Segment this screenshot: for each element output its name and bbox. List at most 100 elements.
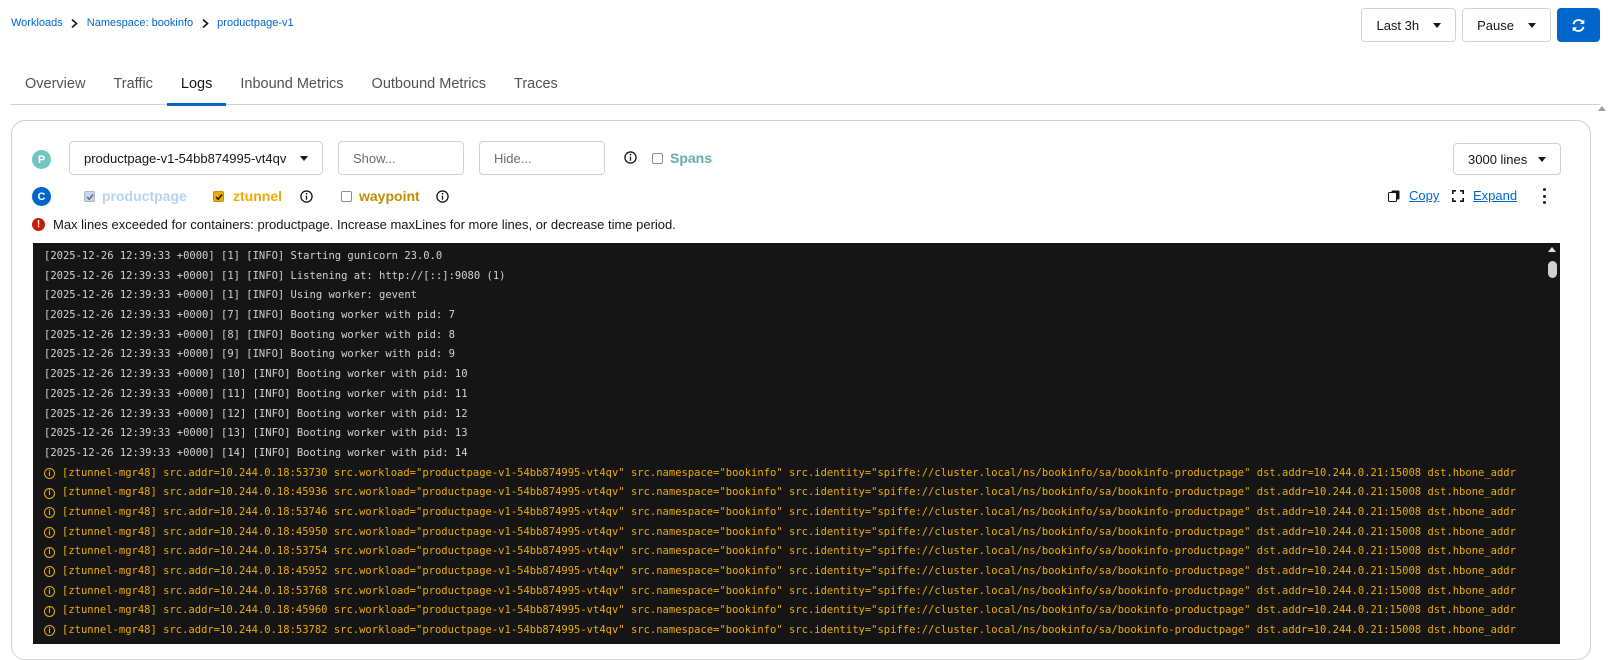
scroll-thumb[interactable] <box>1548 261 1557 278</box>
log-line-text: [2025-12-26 12:39:33 +0000] [11] [INFO] … <box>44 387 468 400</box>
container-badge: C <box>32 187 51 206</box>
info-circle-icon[interactable]: i <box>44 526 55 538</box>
tab-traffic[interactable]: Traffic <box>99 70 166 105</box>
info-circle-icon[interactable]: i <box>44 487 55 499</box>
pod-select-value: productpage-v1-54bb874995-vt4qv <box>84 150 287 166</box>
log-line-text: [ztunnel-mgr48] src.addr=10.244.0.18:459… <box>62 565 1516 577</box>
caret-down-icon <box>1538 157 1546 162</box>
tab-logs[interactable]: Logs <box>166 70 227 106</box>
info-circle-icon[interactable]: i <box>44 605 55 617</box>
pod-badge: P <box>32 150 51 169</box>
scroll-up-icon[interactable] <box>1548 247 1556 252</box>
log-line: i [ztunnel-mgr48] src.addr=10.244.0.18:45… <box>44 483 1544 503</box>
log-line: [2025-12-26 12:39:33 +0000] [1] [INFO] L… <box>44 267 1544 287</box>
copy-label: Copy <box>1409 188 1440 203</box>
log-line-text: [ztunnel-mgr48] src.addr=10.244.0.18:537… <box>62 466 1516 479</box>
log-line-text: [2025-12-26 12:39:33 +0000] [13] [INFO] … <box>44 427 468 440</box>
breadcrumb-namespace[interactable]: Namespace: bookinfo <box>87 17 193 29</box>
log-viewer[interactable]: [2025-12-26 12:39:33 +0000] [1] [INFO] S… <box>33 243 1560 644</box>
log-line: [2025-12-26 12:39:33 +0000] [7] [INFO] B… <box>44 306 1544 326</box>
log-line-text: [2025-12-26 12:39:33 +0000] [10] [INFO] … <box>44 368 468 381</box>
kebab-menu-icon[interactable] <box>1541 188 1547 204</box>
info-icon[interactable] <box>436 190 449 203</box>
log-line: [2025-12-26 12:39:33 +0000] [13] [INFO] … <box>44 424 1544 444</box>
tab-inbound-metrics[interactable]: Inbound Metrics <box>226 70 357 105</box>
info-icon[interactable] <box>300 190 313 203</box>
caret-down-icon <box>1433 22 1442 28</box>
log-line: [2025-12-26 12:39:33 +0000] [11] [INFO] … <box>44 385 1544 405</box>
show-filter-input[interactable] <box>338 141 464 175</box>
container-label-waypoint: waypoint <box>359 188 420 204</box>
tab-overview[interactable]: Overview <box>11 70 99 105</box>
log-line-text: [2025-12-26 12:39:33 +0000] [8] [INFO] B… <box>44 328 455 341</box>
tab-bar: Overview Traffic Logs Inbound Metrics Ou… <box>11 70 1600 106</box>
info-circle-icon[interactable]: i <box>44 546 55 558</box>
log-line: [2025-12-26 12:39:33 +0000] [12] [INFO] … <box>44 405 1544 425</box>
log-line: i [ztunnel-mgr48] src.addr=10.244.0.18:45… <box>44 562 1544 582</box>
refresh-icon <box>1572 18 1585 32</box>
log-line: [2025-12-26 12:39:33 +0000] [8] [INFO] B… <box>44 326 1544 346</box>
breadcrumb-workloads[interactable]: Workloads <box>11 17 63 29</box>
log-line-text: [ztunnel-mgr48] src.addr=10.244.0.18:459… <box>62 525 1516 538</box>
chevron-right-icon <box>193 18 217 28</box>
info-circle-icon[interactable]: i <box>44 566 55 578</box>
max-lines-select[interactable]: 3000 lines <box>1453 143 1561 175</box>
container-label-productpage: productpage <box>102 188 187 204</box>
productpage-checkbox[interactable] <box>84 191 95 202</box>
log-line-text: [2025-12-26 12:39:33 +0000] [14] [INFO] … <box>44 446 468 459</box>
info-icon[interactable] <box>624 151 637 164</box>
max-lines-value: 3000 lines <box>1468 151 1528 167</box>
log-line: i [ztunnel-mgr48] src.addr=10.244.0.18:53… <box>44 621 1544 641</box>
log-line-text: [ztunnel-mgr48] src.addr=10.244.0.18:537… <box>62 505 1516 518</box>
waypoint-checkbox[interactable] <box>341 191 352 202</box>
info-circle-icon[interactable]: i <box>44 625 55 637</box>
log-line-text: [2025-12-26 12:39:33 +0000] [7] [INFO] B… <box>44 309 455 322</box>
refresh-button[interactable] <box>1557 8 1600 42</box>
log-scrollbar[interactable] <box>1544 243 1560 644</box>
time-range-dropdown[interactable]: Last 3h <box>1361 8 1457 42</box>
page-scroll-up-icon[interactable] <box>1598 106 1606 111</box>
log-line-text: [ztunnel-mgr48] src.addr=10.244.0.18:459… <box>62 604 1516 617</box>
log-line-text: [ztunnel-mgr48] src.addr=10.244.0.18:459… <box>62 486 1516 499</box>
log-line: i [ztunnel-mgr48] src.addr=10.244.0.18:53… <box>44 464 1544 484</box>
warning-text: Max lines exceeded for containers: produ… <box>53 217 676 232</box>
log-line-text: [2025-12-26 12:39:33 +0000] [1] [INFO] S… <box>44 250 443 262</box>
tab-traces[interactable]: Traces <box>500 70 572 105</box>
refresh-interval-dropdown[interactable]: Pause <box>1462 8 1551 42</box>
spans-label: Spans <box>670 150 713 166</box>
breadcrumb-current[interactable]: productpage-v1 <box>217 17 293 29</box>
log-line-text: [2025-12-26 12:39:33 +0000] [12] [INFO] … <box>44 407 468 420</box>
spans-checkbox[interactable] <box>652 153 663 164</box>
log-line: [2025-12-26 12:39:33 +0000] [14] [INFO] … <box>44 444 1544 464</box>
ztunnel-checkbox[interactable] <box>213 191 224 202</box>
info-circle-icon[interactable]: i <box>44 586 55 598</box>
expand-label: Expand <box>1473 188 1518 203</box>
exclamation-circle-icon: ! <box>32 218 45 231</box>
log-line: i [ztunnel-mgr48] src.addr=10.244.0.18:45… <box>44 523 1544 543</box>
log-line-text: [2025-12-26 12:39:33 +0000] [1] [INFO] U… <box>44 289 417 302</box>
log-line-text: [2025-12-26 12:39:33 +0000] [1] [INFO] L… <box>44 269 506 282</box>
log-line: [2025-12-26 12:39:33 +0000] [1] [INFO] S… <box>44 247 1544 267</box>
caret-down-icon <box>300 156 308 161</box>
caret-down-icon <box>1528 22 1536 28</box>
copy-icon <box>1388 190 1400 202</box>
log-line: [2025-12-26 12:39:33 +0000] [10] [INFO] … <box>44 365 1544 385</box>
container-label-ztunnel: ztunnel <box>233 188 282 204</box>
info-circle-icon[interactable]: i <box>44 467 55 479</box>
info-circle-icon[interactable]: i <box>44 507 55 519</box>
pod-select[interactable]: productpage-v1-54bb874995-vt4qv <box>69 141 323 175</box>
top-controls: Last 3h Pause <box>1361 8 1600 42</box>
log-line-text: [2025-12-26 12:39:33 +0000] [9] [INFO] B… <box>44 348 455 361</box>
log-line: [2025-12-26 12:39:33 +0000] [9] [INFO] B… <box>44 345 1544 365</box>
log-line-text: [ztunnel-mgr48] src.addr=10.244.0.18:537… <box>62 624 1516 637</box>
expand-icon <box>1452 189 1464 202</box>
tab-outbound-metrics[interactable]: Outbound Metrics <box>358 70 500 105</box>
expand-button[interactable]: Expand <box>1452 188 1517 203</box>
breadcrumb: Workloads Namespace: bookinfo productpag… <box>11 17 294 29</box>
log-line: i [ztunnel-mgr48] src.addr=10.244.0.18:53… <box>44 582 1544 602</box>
copy-button[interactable]: Copy <box>1388 188 1439 203</box>
log-line: i [ztunnel-mgr48] src.addr=10.244.0.18:53… <box>44 503 1544 523</box>
log-line-text: [ztunnel-mgr48] src.addr=10.244.0.18:537… <box>62 584 1516 597</box>
hide-filter-input[interactable] <box>479 141 605 175</box>
log-line-text: [ztunnel-mgr48] src.addr=10.244.0.18:537… <box>62 545 1516 558</box>
